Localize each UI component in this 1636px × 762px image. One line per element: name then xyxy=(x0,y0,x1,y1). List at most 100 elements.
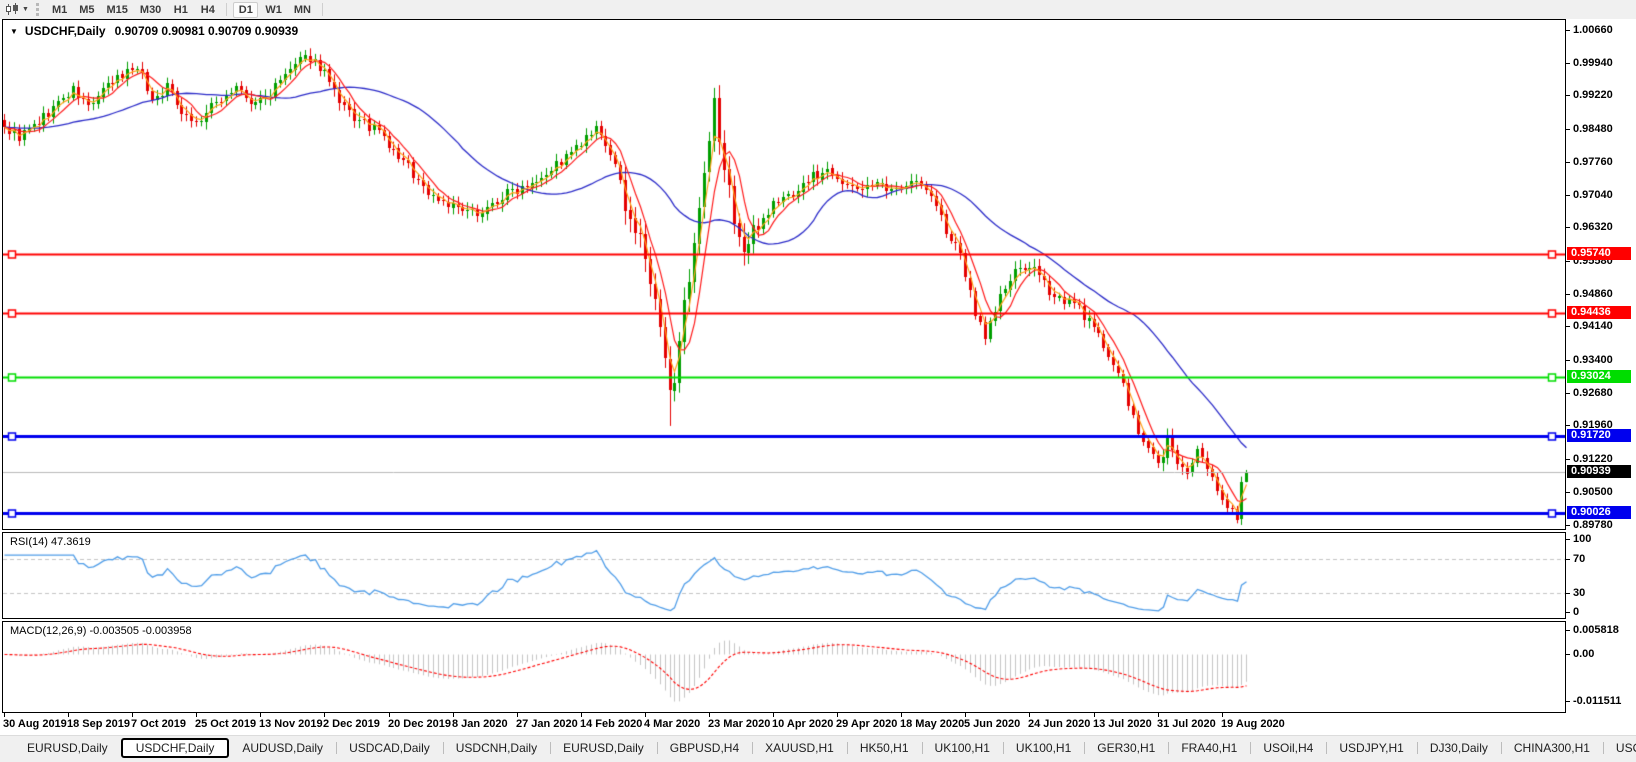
rsi-axis-label: 100 xyxy=(1566,533,1591,546)
tab-ger30-h1[interactable]: GER30,H1 xyxy=(1084,738,1168,758)
tab-eurusd-daily[interactable]: EURUSD,Daily xyxy=(550,738,657,758)
tab-usdjpy-h1[interactable]: USDJPY,H1 xyxy=(1326,738,1416,758)
tab-audusd-daily[interactable]: AUDUSD,Daily xyxy=(229,738,336,758)
tab-xauusd-h1[interactable]: XAUUSD,H1 xyxy=(752,738,847,758)
axis-tick-mark xyxy=(1566,525,1570,526)
tab-fra40-h1[interactable]: FRA40,H1 xyxy=(1168,738,1250,758)
tab-gbpusd-h4[interactable]: GBPUSD,H4 xyxy=(657,738,752,758)
date-axis[interactable]: 30 Aug 201918 Sep 20197 Oct 201925 Oct 2… xyxy=(2,713,1566,735)
axis-tick-mark xyxy=(1566,539,1570,540)
date-axis-label: 19 Aug 2020 xyxy=(1221,718,1285,730)
date-axis-label: 29 Apr 2020 xyxy=(836,718,897,730)
toolbar-separator xyxy=(226,3,227,16)
price-axis-label: 0.92680 xyxy=(1566,387,1613,400)
rsi-axis-label: 0 xyxy=(1566,606,1579,619)
date-axis-label: 13 Nov 2019 xyxy=(259,718,323,730)
price-axis-label: 0.90500 xyxy=(1566,486,1613,499)
date-axis-label: 25 Oct 2019 xyxy=(195,718,256,730)
price-axis-label: 0.97760 xyxy=(1566,156,1613,169)
date-axis-label: 4 Mar 2020 xyxy=(644,718,700,730)
date-axis-label: 18 May 2020 xyxy=(900,718,964,730)
rsi-axis-label: 30 xyxy=(1566,587,1585,600)
toolbar-grip[interactable] xyxy=(36,3,39,16)
macd-indicator-label: MACD(12,26,9) -0.003505 -0.003958 xyxy=(10,625,192,637)
timeframe-button-d1[interactable]: D1 xyxy=(233,2,258,18)
axis-tick-mark xyxy=(1566,326,1570,327)
tab-usdcnh-daily[interactable]: USDCNH,Daily xyxy=(443,738,550,758)
main-chart-pane: ▼ USDCHF,Daily 0.90709 0.90981 0.90709 0… xyxy=(2,19,1566,530)
chart-ohlc-values: 0.90709 0.90981 0.90709 0.90939 xyxy=(115,24,299,38)
tab-china300-h1[interactable]: CHINA300,H1 xyxy=(1501,738,1603,758)
timeframe-button-w1[interactable]: W1 xyxy=(260,2,287,18)
price-axis-label: 0.94140 xyxy=(1566,320,1613,333)
chart-tabs-bar: EURUSD,DailyUSDCHF,DailyAUDUSD,DailyUSDC… xyxy=(0,735,1636,762)
macd-indicator-pane: MACD(12,26,9) -0.003505 -0.003958 xyxy=(2,621,1566,713)
axis-tick-mark xyxy=(1566,162,1570,163)
price-axis-label: 0.98480 xyxy=(1566,123,1613,136)
timeframe-button-h1[interactable]: H1 xyxy=(168,2,193,18)
date-axis-label: 13 Jul 2020 xyxy=(1093,718,1152,730)
timeframe-button-m1[interactable]: M1 xyxy=(47,2,72,18)
tab-usoil-h4[interactable]: USOil,H4 xyxy=(1250,738,1326,758)
date-axis-label: 24 Jun 2020 xyxy=(1028,718,1090,730)
axis-tick-mark xyxy=(1566,559,1570,560)
date-tick-mark xyxy=(132,713,133,717)
macd-chart-canvas[interactable] xyxy=(3,622,1565,712)
axis-tick-mark xyxy=(1566,63,1570,64)
toolbar-separator xyxy=(322,3,323,16)
date-axis-label: 2 Dec 2019 xyxy=(323,718,380,730)
collapse-arrow-icon[interactable]: ▼ xyxy=(10,27,18,36)
tab-dj30-daily[interactable]: DJ30,Daily xyxy=(1417,738,1501,758)
rsi-indicator-label: RSI(14) 47.3619 xyxy=(10,536,91,548)
price-line-label: 0.94436 xyxy=(1567,306,1631,319)
price-axis-label: 1.00660 xyxy=(1566,24,1613,37)
date-axis-label: 5 Jun 2020 xyxy=(964,718,1020,730)
price-line-label: 0.93024 xyxy=(1567,370,1631,383)
date-axis-label: 20 Dec 2019 xyxy=(388,718,451,730)
price-axis[interactable]: 1.006600.999400.992200.984800.977600.970… xyxy=(1566,0,1636,762)
timeframe-button-m30[interactable]: M30 xyxy=(135,2,166,18)
date-tick-mark xyxy=(4,713,5,717)
timeframe-buttons: M1M5M15M30H1H4 D1W1MN xyxy=(46,2,328,18)
tab-hk50-h1[interactable]: HK50,H1 xyxy=(847,738,922,758)
date-axis-label: 7 Oct 2019 xyxy=(131,718,186,730)
timeframe-button-h4[interactable]: H4 xyxy=(195,2,220,18)
date-tick-mark xyxy=(965,713,966,717)
tab-usdcad-daily[interactable]: USDCAD,Daily xyxy=(336,738,443,758)
timeframe-button-m5[interactable]: M5 xyxy=(74,2,99,18)
axis-tick-mark xyxy=(1566,459,1570,460)
timeframe-toolbar: ▼ M1M5M15M30H1H4 D1W1MN xyxy=(0,0,1636,19)
tab-usdchf-daily[interactable]: USDCHF,Daily xyxy=(121,738,230,758)
timeframe-button-m15[interactable]: M15 xyxy=(102,2,133,18)
date-axis-label: 14 Feb 2020 xyxy=(580,718,642,730)
axis-tick-mark xyxy=(1566,654,1570,655)
axis-tick-mark xyxy=(1566,95,1570,96)
candlestick-chart-canvas[interactable] xyxy=(3,20,1565,529)
date-tick-mark xyxy=(453,713,454,717)
date-axis-label: 18 Sep 2019 xyxy=(67,718,130,730)
rsi-chart-canvas[interactable] xyxy=(3,533,1565,618)
macd-axis-label: 0.00 xyxy=(1566,648,1594,661)
tab-eurusd-daily[interactable]: EURUSD,Daily xyxy=(14,738,121,758)
date-axis-label: 31 Jul 2020 xyxy=(1157,718,1216,730)
tab-usoil-h1[interactable]: USOil,H1 xyxy=(1603,738,1636,758)
axis-tick-mark xyxy=(1566,129,1570,130)
axis-tick-mark xyxy=(1566,360,1570,361)
axis-tick-mark xyxy=(1566,227,1570,228)
axis-tick-mark xyxy=(1566,261,1570,262)
tab-uk100-h1[interactable]: UK100,H1 xyxy=(1003,738,1084,758)
timeframe-button-mn[interactable]: MN xyxy=(289,2,316,18)
date-tick-mark xyxy=(196,713,197,717)
date-tick-mark xyxy=(517,713,518,717)
date-tick-mark xyxy=(324,713,325,717)
macd-axis-label: 0.005818 xyxy=(1566,624,1619,637)
chevron-down-icon: ▼ xyxy=(22,6,29,13)
date-axis-label: 27 Jan 2020 xyxy=(516,718,578,730)
date-axis-label: 8 Jan 2020 xyxy=(452,718,508,730)
date-tick-mark xyxy=(260,713,261,717)
date-tick-mark xyxy=(581,713,582,717)
chart-type-button[interactable]: ▼ xyxy=(3,2,31,18)
tab-uk100-h1[interactable]: UK100,H1 xyxy=(922,738,1003,758)
date-tick-mark xyxy=(389,713,390,717)
date-axis-label: 10 Apr 2020 xyxy=(772,718,833,730)
